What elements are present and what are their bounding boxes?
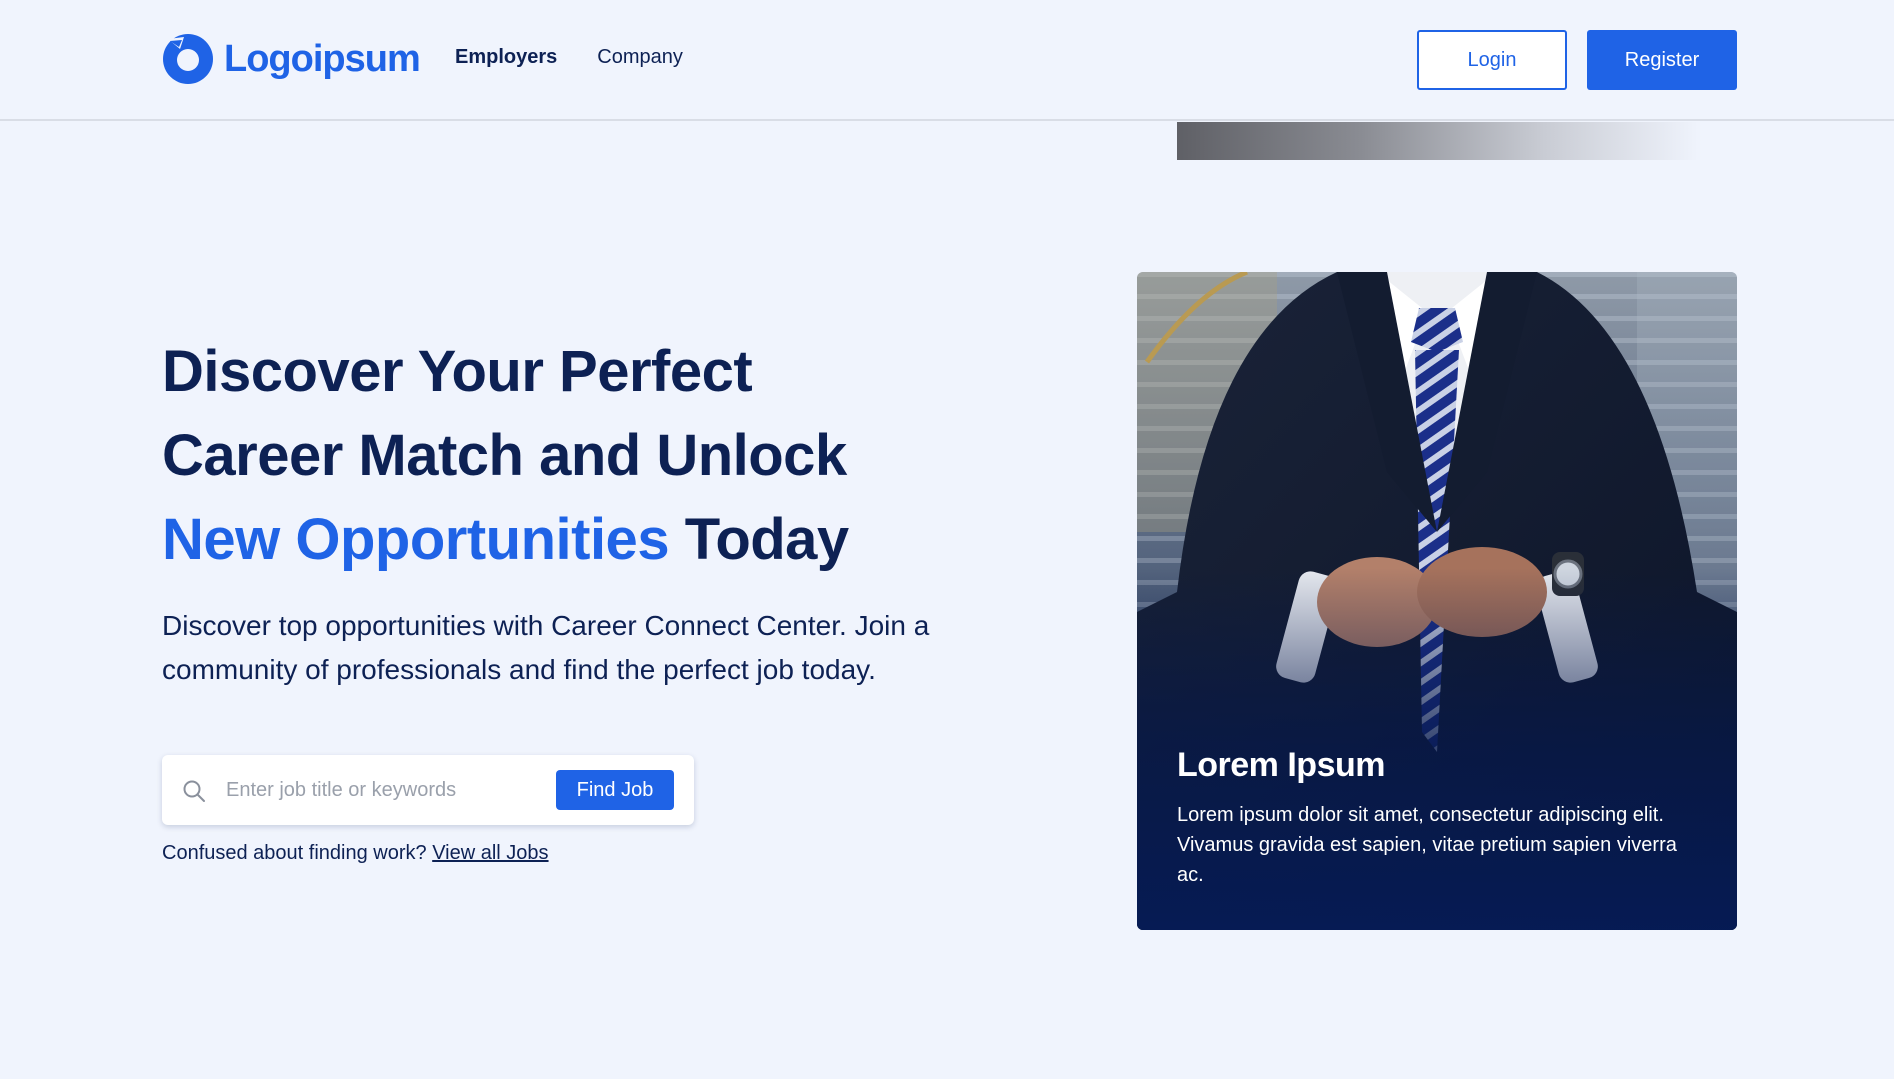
hero-title: Discover Your Perfect Career Match and U… [162, 330, 942, 582]
site-header: Logoipsum Employers Company Login Regist… [0, 0, 1894, 121]
find-job-button[interactable]: Find Job [556, 770, 674, 810]
logo-text: Logoipsum [224, 37, 421, 80]
logo-mark-icon [163, 34, 213, 84]
help-text: Confused about finding work? [162, 842, 433, 864]
help-line: Confused about finding work? View all Jo… [162, 842, 549, 865]
hero-title-line-1: Discover Your Perfect [162, 339, 753, 404]
hero-title-line-2: Career Match and Unlock [162, 423, 847, 488]
hero-title-tail: Today [669, 507, 849, 572]
logo[interactable]: Logoipsum [162, 33, 421, 85]
hero-subtitle: Discover top opportunities with Career C… [162, 610, 930, 685]
main-nav: Employers Company [455, 46, 683, 69]
view-all-jobs-link[interactable]: View all Jobs [432, 842, 548, 864]
job-search-input[interactable] [226, 770, 526, 810]
login-button[interactable]: Login [1417, 30, 1567, 90]
register-button[interactable]: Register [1587, 30, 1737, 90]
job-search-box: Find Job [162, 755, 694, 825]
nav-company[interactable]: Company [597, 46, 683, 69]
page: Logoipsum Employers Company Login Regist… [0, 0, 1894, 1079]
featured-card: Lorem Ipsum Lorem ipsum dolor sit amet, … [1137, 272, 1737, 930]
search-icon [183, 780, 205, 802]
decorative-gradient-bar [1177, 122, 1702, 160]
hero-title-accent: New Opportunities [162, 507, 670, 572]
nav-employers[interactable]: Employers [455, 46, 557, 69]
card-text: Lorem ipsum dolor sit amet, consectetur … [1177, 804, 1677, 886]
card-title: Lorem Ipsum [1177, 746, 1385, 784]
